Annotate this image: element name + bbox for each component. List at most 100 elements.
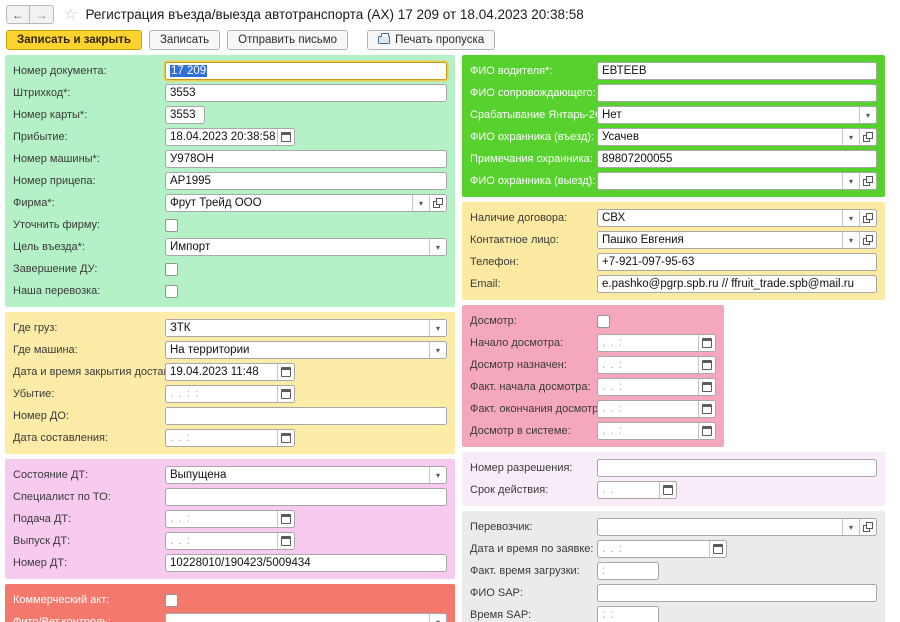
trailer-number-input[interactable]: АР1995 (165, 172, 447, 190)
doc-number-input[interactable]: 17 209 (165, 62, 447, 80)
inspection-flag-checkbox[interactable] (597, 315, 610, 328)
validity-date-field[interactable]: . . (597, 481, 677, 499)
dropdown-arrow-icon[interactable]: ▾ (859, 107, 876, 123)
inspection-system-date-field[interactable]: . . : (597, 422, 716, 440)
inspection-system-calendar-button[interactable] (698, 423, 715, 439)
email-input[interactable]: e.pashko@pgrp.spb.ru // ffruit_trade.spb… (597, 275, 877, 293)
phyto-vet-value (166, 614, 429, 622)
contract-combo-open-field[interactable]: СВХ▾ (597, 209, 877, 227)
yantar-trigger-combo-field[interactable]: Нет▾ (597, 106, 877, 124)
forward-button[interactable]: → (30, 5, 54, 24)
departure-date-field[interactable]: . . : : (165, 385, 295, 403)
firm-combo-open-field[interactable]: Фрут Трейд ООО▾ (165, 194, 447, 212)
contract-open-button[interactable] (859, 210, 876, 226)
sap-name-input[interactable] (597, 584, 877, 602)
inspection-assigned-calendar-button[interactable] (698, 357, 715, 373)
compile-date-calendar-button[interactable] (277, 430, 294, 446)
carrier-combo-open-field[interactable]: ▾ (597, 518, 877, 536)
dropdown-arrow-icon[interactable]: ▾ (429, 467, 446, 483)
form-content: Номер документа:17 209Штрихкод*:3553Номе… (0, 52, 900, 622)
arrival-calendar-button[interactable] (277, 129, 294, 145)
delivery-close-value: 19.04.2023 11:48 (166, 364, 277, 380)
field-row-guard-entry: ФИО охранника (въезд):Усачев▾ (470, 126, 877, 148)
dropdown-arrow-icon[interactable]: ▾ (429, 239, 446, 255)
inspection-fact-end-date-field[interactable]: . . : (597, 400, 716, 418)
request-datetime-calendar-button[interactable] (709, 541, 726, 557)
dropdown-arrow-icon[interactable]: ▾ (429, 342, 446, 358)
delivery-close-calendar-button[interactable] (277, 364, 294, 380)
dropdown-arrow-icon[interactable]: ▾ (429, 614, 446, 622)
phyto-vet-combo-field[interactable]: ▾ (165, 613, 447, 622)
dropdown-arrow-icon[interactable]: ▾ (842, 210, 859, 226)
dt-submission-calendar-button[interactable] (277, 511, 294, 527)
permit-number-input[interactable] (597, 459, 877, 477)
save-button[interactable]: Записать (149, 30, 220, 50)
dropdown-arrow-icon[interactable]: ▾ (842, 173, 859, 189)
escort-name-input[interactable] (597, 84, 877, 102)
inspection-fact-start-date-field[interactable]: . . : (597, 378, 716, 396)
dt-number-input[interactable]: 10228010/190423/5009434 (165, 554, 447, 572)
favorite-star-icon[interactable]: ☆ (64, 7, 77, 22)
validity-label: Срок действия: (470, 484, 597, 496)
dt-release-label: Выпуск ДТ: (13, 535, 165, 547)
dt-state-combo-field[interactable]: Выпущена▾ (165, 466, 447, 484)
to-specialist-input[interactable] (165, 488, 447, 506)
arrival-date-field[interactable]: 18.04.2023 20:38:58 (165, 128, 295, 146)
guard-exit-open-button[interactable] (859, 173, 876, 189)
guard-entry-combo-open-field[interactable]: Усачев▾ (597, 128, 877, 146)
arrival-label: Прибытие: (13, 131, 165, 143)
sap-time-time-field[interactable]: : : (597, 606, 659, 622)
page-title: Регистрация въезда/выезда автотранспорта… (85, 7, 583, 22)
dropdown-arrow-icon[interactable]: ▾ (842, 129, 859, 145)
departure-calendar-button[interactable] (277, 386, 294, 402)
guard-entry-open-button[interactable] (859, 129, 876, 145)
inspection-fact-start-calendar-button[interactable] (698, 379, 715, 395)
calendar-icon (281, 367, 291, 377)
driver-name-input[interactable]: ЕВТЕЕВ (597, 62, 877, 80)
dt-submission-date-field[interactable]: . . : (165, 510, 295, 528)
dropdown-arrow-icon[interactable]: ▾ (429, 320, 446, 336)
dt-release-calendar-button[interactable] (277, 533, 294, 549)
back-button[interactable]: ← (6, 5, 30, 24)
save-and-close-button[interactable]: Записать и закрыть (6, 30, 142, 50)
inspection-assigned-date-field[interactable]: . . : (597, 356, 716, 374)
barcode-label: Штрихкод*: (13, 87, 165, 99)
trailer-number-label: Номер прицепа: (13, 175, 165, 187)
du-completion-checkbox[interactable] (165, 263, 178, 276)
inspection-start-calendar-button[interactable] (698, 335, 715, 351)
car-where-combo-field[interactable]: На территории▾ (165, 341, 447, 359)
inspection-start-date-field[interactable]: . . : (597, 334, 716, 352)
dt-release-date-field[interactable]: . . : (165, 532, 295, 550)
commercial-act-checkbox[interactable] (165, 594, 178, 607)
request-datetime-date-field[interactable]: . . : (597, 540, 727, 558)
firm-open-button[interactable] (429, 195, 446, 211)
field-row-firm: Фирма*:Фрут Трейд ООО▾ (13, 192, 447, 214)
phone-input[interactable]: +7-921-097-95-63 (597, 253, 877, 271)
delivery-close-date-field[interactable]: 19.04.2023 11:48 (165, 363, 295, 381)
guard-entry-label: ФИО охранника (въезд): (470, 131, 597, 143)
compile-date-date-field[interactable]: . . : (165, 429, 295, 447)
print-pass-button[interactable]: Печать пропуска (367, 30, 495, 50)
guard-notes-input[interactable]: 89807200055 (597, 150, 877, 168)
dropdown-arrow-icon[interactable]: ▾ (842, 232, 859, 248)
send-letter-button[interactable]: Отправить письмо (227, 30, 348, 50)
entry-purpose-combo-field[interactable]: Импорт▾ (165, 238, 447, 256)
our-transport-checkbox[interactable] (165, 285, 178, 298)
inspection-fact-end-calendar-button[interactable] (698, 401, 715, 417)
validity-calendar-button[interactable] (659, 482, 676, 498)
carrier-open-button[interactable] (859, 519, 876, 535)
guard-exit-combo-open-field[interactable]: ▾ (597, 172, 877, 190)
do-number-input[interactable] (165, 407, 447, 425)
loading-time-time-field[interactable]: : (597, 562, 659, 580)
dropdown-arrow-icon[interactable]: ▾ (842, 519, 859, 535)
car-number-input[interactable]: У978ОН (165, 150, 447, 168)
departure-placeholder: . . : : (166, 386, 277, 402)
card-number-input[interactable]: 3553 (165, 106, 205, 124)
clarify-firm-checkbox[interactable] (165, 219, 178, 232)
barcode-input[interactable]: 3553 (165, 84, 447, 102)
cargo-where-combo-field[interactable]: ЗТК▾ (165, 319, 447, 337)
contact-person-open-button[interactable] (859, 232, 876, 248)
dropdown-arrow-icon[interactable]: ▾ (412, 195, 429, 211)
contact-person-combo-open-field[interactable]: Пашко Евгения▾ (597, 231, 877, 249)
inspection-start-placeholder: . . : (598, 335, 698, 351)
